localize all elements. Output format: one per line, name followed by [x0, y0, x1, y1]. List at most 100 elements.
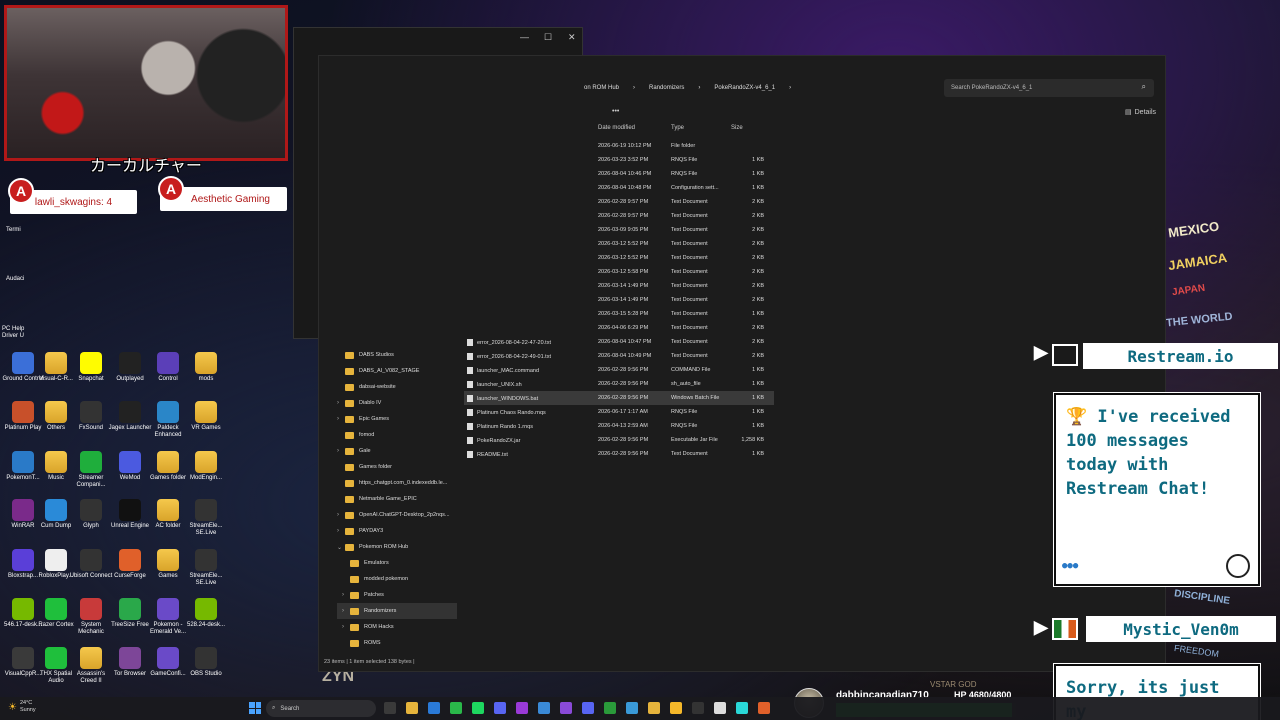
taskbar-app-icon[interactable] [670, 702, 682, 714]
taskbar-app-icon[interactable] [472, 702, 484, 714]
more-options-button[interactable]: ••• [612, 108, 619, 115]
tree-item[interactable]: › Gale [337, 443, 457, 459]
file-icon [467, 437, 473, 444]
details-button[interactable]: ▤ Details [1125, 108, 1156, 116]
weather-widget[interactable]: ☀ 24°C Sunny [8, 700, 36, 714]
close-button[interactable]: ✕ [568, 32, 576, 43]
file-row[interactable]: 2026-03-15 5:28 PM Text Document 1 KB [464, 307, 774, 321]
tree-item-label: Randomizers [364, 608, 397, 614]
taskbar-app-icon[interactable] [560, 702, 572, 714]
desktop-icon[interactable]: ModEngin... [183, 451, 229, 482]
taskbar-search[interactable]: ⌕ Search [266, 700, 376, 717]
tree-expander-icon[interactable]: › [337, 512, 345, 518]
desktop-icon[interactable]: mods [183, 352, 229, 383]
desktop-icon[interactable]: OBS Studio [183, 647, 229, 678]
file-row[interactable]: 2026-03-14 1:49 PM Text Document 2 KB [464, 279, 774, 293]
search-input[interactable]: Search PokeRandoZX-v4_6_1 ⌕ [944, 79, 1154, 97]
file-row[interactable]: 2026-08-04 10:48 PM Configuration sett...… [464, 181, 774, 195]
file-row[interactable]: README.txt 2026-02-28 9:56 PM Text Documen… [464, 447, 774, 461]
file-name-text: error_2026-08-04-22-47-20.txt [477, 339, 551, 346]
taskbar-app-icon[interactable] [450, 702, 462, 714]
tree-item[interactable]: ⌄ Pokemon ROM Hub [337, 539, 457, 555]
start-button[interactable] [249, 702, 261, 714]
tree-expander-icon[interactable]: › [342, 592, 350, 598]
file-row[interactable]: 2026-04-06 6:29 PM Text Document 2 KB [464, 321, 774, 335]
tree-expander-icon[interactable]: ⌄ [337, 544, 345, 551]
taskbar-app-icon[interactable] [384, 702, 396, 714]
file-row[interactable]: 2026-02-28 9:57 PM Text Document 2 KB [464, 195, 774, 209]
column-size[interactable]: Size [731, 125, 743, 131]
file-row[interactable]: 2026-06-19 10:12 PM File folder [464, 139, 774, 153]
tree-expander-icon[interactable]: › [337, 400, 345, 406]
breadcrumb-item[interactable]: on ROM Hub [584, 85, 619, 91]
tree-item[interactable]: › Patches [337, 587, 457, 603]
taskbar-app-icon[interactable] [494, 702, 506, 714]
file-row[interactable]: 2026-08-04 10:46 PM RNQS File 1 KB [464, 167, 774, 181]
file-row[interactable]: 2026-03-12 5:52 PM Text Document 2 KB [464, 251, 774, 265]
desktop-icon[interactable]: VR Games [183, 401, 229, 432]
file-row[interactable]: 2026-03-23 3:52 PM RNQS File 1 KB [464, 153, 774, 167]
file-row[interactable]: error_2026-08-04-22-49-01.txt 2026-08-04 … [464, 349, 774, 363]
file-row[interactable]: launcher_WINDOWS.bat 2026-02-28 9:56 PM Wi… [464, 391, 774, 405]
file-row[interactable]: launcher_UNIX.sh 2026-02-28 9:56 PM sh_aut… [464, 377, 774, 391]
tree-item[interactable]: fomod [337, 427, 457, 443]
minimize-button[interactable]: — [520, 32, 529, 42]
file-row[interactable]: PokeRandoZX.jar 2026-02-28 9:56 PM Executa… [464, 433, 774, 447]
desktop-icon[interactable]: StreamEle... SE.Live [183, 499, 229, 537]
taskbar-app-icon[interactable] [692, 702, 704, 714]
desktop-label-terminal[interactable]: Termi [6, 227, 21, 233]
taskbar-app-icon[interactable] [406, 702, 418, 714]
taskbar-app-icon[interactable] [604, 702, 616, 714]
taskbar-app-icon[interactable] [626, 702, 638, 714]
treesize-icon [119, 598, 141, 620]
file-row[interactable]: 2026-03-14 1:49 PM Text Document 2 KB [464, 293, 774, 307]
taskbar-app-icon[interactable] [516, 702, 528, 714]
file-row[interactable]: 2026-02-28 9:57 PM Text Document 2 KB [464, 209, 774, 223]
tree-item[interactable]: › Randomizers [337, 603, 457, 619]
file-row[interactable]: 2026-03-12 5:58 PM Text Document 2 KB [464, 265, 774, 279]
tree-item[interactable]: DABS_AI_V082_STAGE [337, 363, 457, 379]
tree-item[interactable]: DABS Studios [337, 347, 457, 363]
tree-expander-icon[interactable]: › [342, 624, 350, 630]
column-type[interactable]: Type [671, 125, 684, 131]
tree-item[interactable]: › PAYDAY3 [337, 523, 457, 539]
taskbar-app-icon[interactable] [538, 702, 550, 714]
tree-item[interactable]: dabsai-website [337, 379, 457, 395]
desktop-label-audacity[interactable]: Audaci [6, 276, 24, 282]
tree-item[interactable]: › ROM Hacks [337, 619, 457, 635]
tree-item[interactable]: › OpenAI.ChatGPT-Desktop_2p2nqs... [337, 507, 457, 523]
tree-item[interactable]: Netmarble Game_EPIC [337, 491, 457, 507]
desktop-label-pc-help[interactable]: PC Help Driver U [2, 326, 32, 340]
taskbar-app-icon[interactable] [714, 702, 726, 714]
tree-item[interactable]: › Diablo IV [337, 395, 457, 411]
desktop-icon[interactable]: StreamEle... SE.Live [183, 549, 229, 587]
file-row[interactable]: 2026-03-12 5:52 PM Text Document 2 KB [464, 237, 774, 251]
tree-expander-icon[interactable]: › [337, 528, 345, 534]
tree-item[interactable]: modded pokemon [337, 571, 457, 587]
tree-item[interactable]: https_chatgpt.com_0.indexeddb.le... [337, 475, 457, 491]
column-date[interactable]: Date modified [598, 125, 635, 131]
tree-expander-icon[interactable]: › [337, 448, 345, 454]
taskbar-app-icon[interactable] [582, 702, 594, 714]
folder-icon [345, 463, 354, 471]
file-row[interactable]: Platinum Rando 1.rnqs 2026-04-13 2:59 AM R… [464, 419, 774, 433]
tree-item[interactable]: Emulators [337, 555, 457, 571]
file-row[interactable]: 2026-03-09 9:05 PM Text Document 2 KB [464, 223, 774, 237]
file-row[interactable]: Platinum Chaos Rando.rnqs 2026-06-17 1:17… [464, 405, 774, 419]
breadcrumb[interactable]: on ROM Hub › Randomizers › PokeRandoZX-v… [584, 80, 944, 96]
taskbar-app-icon[interactable] [428, 702, 440, 714]
maximize-button[interactable]: ☐ [544, 32, 552, 43]
file-row[interactable]: error_2026-08-04-22-47-20.txt 2026-08-04 … [464, 335, 774, 349]
tree-item[interactable]: › Epic Games [337, 411, 457, 427]
taskbar-app-icon[interactable] [736, 702, 748, 714]
tree-expander-icon[interactable]: › [337, 416, 345, 422]
taskbar-app-icon[interactable] [648, 702, 660, 714]
breadcrumb-item[interactable]: PokeRandoZX-v4_6_1 [714, 85, 775, 91]
tree-item[interactable]: Games folder [337, 459, 457, 475]
tree-item[interactable]: ROMS [337, 635, 457, 651]
breadcrumb-item[interactable]: Randomizers [649, 85, 684, 91]
taskbar-app-icon[interactable] [758, 702, 770, 714]
desktop-icon[interactable]: 528.24-desk... [183, 598, 229, 629]
tree-expander-icon[interactable]: › [342, 608, 350, 614]
file-row[interactable]: launcher_MAC.command 2026-02-28 9:56 PM CO… [464, 363, 774, 377]
